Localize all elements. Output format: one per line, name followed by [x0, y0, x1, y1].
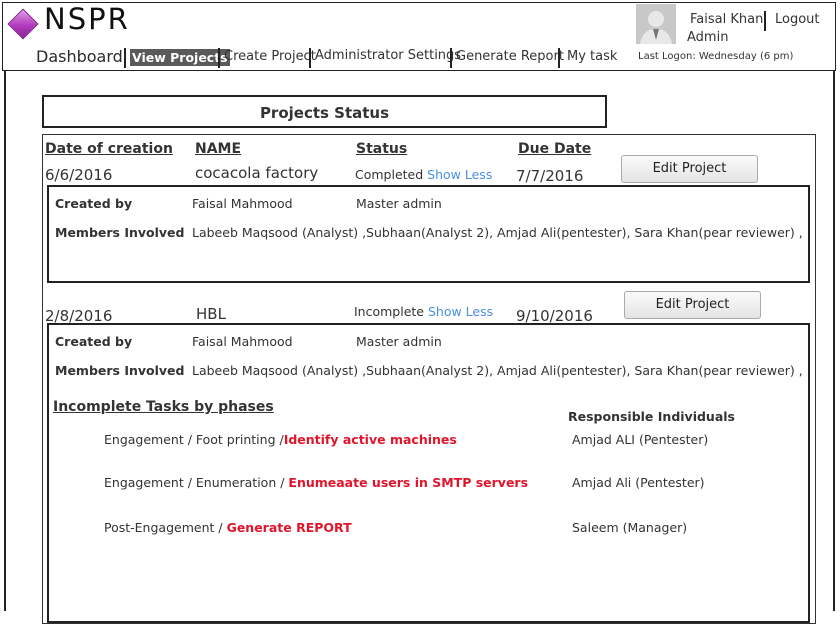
creator-role: Master admin: [356, 334, 442, 349]
nav-create-project[interactable]: Create Project: [224, 49, 316, 64]
task-name[interactable]: Enumeaate users in SMTP servers: [288, 475, 528, 490]
members-label: Members Involved: [55, 363, 185, 378]
page-frame-left: [4, 71, 6, 611]
members-value: Labeeb Maqsood (Analyst) ,Subhaan(Analys…: [192, 363, 803, 378]
column-header-date: Date of creation: [45, 141, 173, 157]
page-frame-right: [833, 71, 835, 611]
nav-separator: [450, 48, 452, 68]
logout-link[interactable]: Logout: [775, 12, 820, 27]
task-phase: Engagement / Enumeration /: [104, 475, 289, 490]
nav-generate-report[interactable]: Generate Report: [456, 49, 564, 64]
nav-separator: [124, 48, 126, 68]
show-less-link[interactable]: Show Less: [427, 167, 492, 182]
project-name: HBL: [196, 305, 226, 323]
column-header-status: Status: [356, 141, 408, 157]
creator-role: Master admin: [356, 196, 442, 211]
task-item: Engagement / Enumeration / Enumeaate use…: [104, 475, 528, 490]
nav-view-projects[interactable]: View Projects: [130, 49, 230, 66]
page-title: Projects Status: [259, 104, 390, 122]
project-due-date: 7/7/2016: [516, 167, 584, 185]
members-value: Labeeb Maqsood (Analyst) ,Subhaan(Analys…: [192, 225, 803, 240]
project-name: cocacola factory: [195, 164, 319, 182]
project-status: Completed Show Less: [355, 167, 492, 182]
nav-dashboard[interactable]: Dashboard: [36, 47, 123, 66]
user-role: Admin: [687, 30, 729, 45]
project-status: Incomplete Show Less: [354, 304, 493, 319]
user-separator: [764, 11, 766, 31]
responsible-individuals-title: Responsible Individuals: [568, 409, 735, 424]
nav-administrator-settings[interactable]: Administrator Settings: [315, 48, 461, 63]
nav-separator: [218, 48, 220, 68]
app-logo-text: NSPR: [44, 2, 130, 36]
user-name: Faisal Khan: [690, 12, 764, 27]
task-responsible: Amjad Ali (Pentester): [572, 475, 705, 490]
task-name[interactable]: Identify active machines: [284, 432, 457, 447]
task-name[interactable]: Generate REPORT: [227, 520, 352, 535]
created-by-value: Faisal Mahmood: [192, 196, 293, 211]
task-item: Post-Engagement / Generate REPORT: [104, 520, 352, 535]
show-less-link[interactable]: Show Less: [428, 304, 493, 319]
nav-my-task[interactable]: My task: [567, 49, 617, 64]
avatar-silhouette-icon: [636, 4, 676, 44]
user-avatar-icon[interactable]: [636, 4, 676, 44]
column-header-due-date: Due Date: [518, 141, 592, 157]
edit-project-button[interactable]: Edit Project: [624, 291, 761, 319]
projects-status-header: Projects Status: [42, 95, 607, 128]
project-status-text: Incomplete: [354, 304, 424, 319]
created-by-label: Created by: [55, 196, 133, 211]
task-phase: Engagement / Foot printing /: [104, 432, 284, 447]
column-header-name: NAME: [195, 141, 242, 157]
created-by-value: Faisal Mahmood: [192, 334, 293, 349]
task-responsible: Amjad ALI (Pentester): [572, 432, 709, 447]
edit-project-button[interactable]: Edit Project: [621, 155, 758, 183]
nav-separator: [558, 48, 560, 68]
nav-separator: [309, 48, 311, 68]
task-responsible: Saleem (Manager): [572, 520, 688, 535]
project-date: 6/6/2016: [45, 166, 113, 184]
project-status-text: Completed: [355, 167, 424, 182]
incomplete-tasks-title: Incomplete Tasks by phases: [53, 399, 274, 415]
created-by-label: Created by: [55, 334, 133, 349]
last-logon: Last Logon: Wednesday (6 pm): [638, 51, 794, 62]
task-phase: Post-Engagement /: [104, 520, 227, 535]
task-item: Engagement / Foot printing /Identify act…: [104, 432, 457, 447]
members-label: Members Involved: [55, 225, 185, 240]
